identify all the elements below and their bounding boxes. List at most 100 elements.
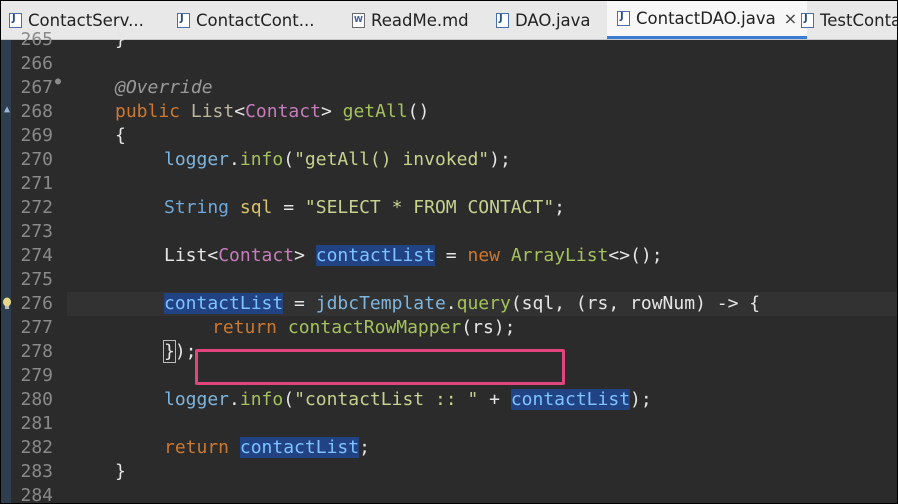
line-number: 269	[20, 125, 53, 146]
code-line: 273	[1, 220, 897, 244]
code-token: .	[229, 389, 240, 410]
code-token: query	[456, 293, 511, 314]
code-text: });	[163, 340, 197, 364]
code-token: );	[630, 389, 652, 410]
code-line: 270 logger.info("getAll() invoked");	[1, 148, 897, 172]
code-token: List	[190, 101, 235, 122]
code-token: public	[115, 101, 181, 122]
code-text: logger.info("getAll() invoked");	[164, 148, 511, 172]
editor-window: ContactServ... ContactCont... ReadMe.md …	[0, 0, 898, 504]
code-token: (	[283, 149, 295, 170]
code-line: 275	[1, 268, 897, 292]
code-token: ()	[407, 101, 430, 122]
line-number: 272	[20, 197, 53, 218]
code-annotation: @Override	[115, 77, 213, 98]
java-file-icon	[801, 12, 814, 28]
code-token: rs	[586, 293, 609, 314]
close-icon[interactable]: ×	[784, 9, 797, 28]
tab-label: ContactCont...	[196, 10, 315, 30]
code-token: info	[239, 389, 284, 410]
line-number: 282	[20, 437, 53, 458]
code-token: <>();	[608, 245, 663, 266]
line-number: 271	[20, 173, 53, 194]
occurrence-highlight: contactList	[510, 389, 631, 410]
code-token: }	[115, 461, 126, 482]
code-token: >	[320, 101, 332, 122]
code-token: <	[207, 245, 219, 266]
code-token: .	[445, 293, 457, 314]
occurrence-highlight: contactList	[239, 437, 360, 458]
markdown-file-icon	[352, 12, 365, 28]
line-number: 266	[20, 53, 53, 74]
line-number: 273	[20, 221, 53, 242]
code-token: contactRowMapper	[287, 317, 462, 338]
code-token: (	[283, 389, 295, 410]
code-token: rowNum	[630, 293, 696, 314]
line-number: 275	[20, 269, 53, 290]
code-line-current: 276 contactList = jdbcTemplate.query(sql…	[1, 292, 897, 316]
code-line: ▲ 268 public List<Contact> getAll()	[1, 100, 897, 124]
code-text: return contactList;	[164, 436, 370, 460]
code-line: 271	[1, 172, 897, 196]
code-token: List	[164, 245, 208, 266]
code-text: List<Contact> contactList = new ArrayLis…	[164, 244, 663, 268]
tab-label: ContactDAO.java	[636, 9, 776, 28]
code-token: ;	[359, 437, 370, 458]
code-token: ArrayList	[510, 245, 609, 266]
code-line: 281	[1, 412, 897, 436]
code-token: );	[174, 341, 197, 362]
code-line: 272 String sql = "SELECT * FROM CONTACT"…	[1, 196, 897, 220]
code-token: logger	[164, 149, 230, 170]
code-token: info	[239, 149, 284, 170]
code-line: 280 logger.info("contactList :: " + cont…	[1, 388, 897, 412]
java-interface-icon	[496, 12, 509, 28]
code-token: =	[283, 293, 316, 314]
line-number: 281	[20, 413, 53, 434]
code-token: getAll	[342, 101, 408, 122]
code-token: jdbcTemplate	[315, 293, 446, 314]
matching-bracket: }	[163, 340, 176, 363]
code-text: logger.info("contactList :: " + contactL…	[164, 388, 652, 412]
code-token: ,	[608, 293, 631, 314]
code-token: <	[234, 101, 246, 122]
code-token: ;	[554, 197, 565, 218]
callout-highlight-box	[195, 349, 565, 385]
line-number: 278	[20, 341, 53, 362]
code-text: contactList = jdbcTemplate.query(sql, (r…	[164, 292, 760, 316]
line-number: 268	[20, 101, 53, 122]
code-token: new	[467, 245, 500, 266]
code-token: );	[489, 149, 511, 170]
line-number: 276	[20, 293, 53, 314]
code-line: 284	[1, 484, 897, 504]
code-token: Contact	[218, 245, 295, 266]
override-marker-icon[interactable]: ▲	[4, 104, 10, 115]
code-text: return contactRowMapper(rs);	[212, 316, 515, 340]
code-token: +	[478, 389, 511, 410]
line-number: 277	[20, 317, 53, 338]
code-token: }	[115, 29, 126, 50]
code-editor[interactable]: 265 } 266 267 ● @Override ▲ 268 public L…	[1, 29, 897, 504]
line-number: 265	[20, 29, 53, 50]
occurrence-highlight: contactList	[164, 293, 284, 314]
code-line: 269 {	[1, 124, 897, 148]
code-token: "contactList :: "	[294, 389, 479, 410]
code-token: ) -> {	[695, 293, 761, 314]
code-token: "getAll() invoked"	[294, 149, 490, 170]
code-token: Contact	[245, 101, 321, 122]
line-number: 284	[20, 485, 53, 504]
code-token: =	[272, 197, 305, 218]
code-token: return	[164, 437, 230, 458]
java-file-icon	[177, 12, 190, 28]
fold-marker-icon[interactable]: ●	[55, 76, 61, 87]
code-line: 274 List<Contact> contactList = new Arra…	[1, 244, 897, 268]
java-file-icon	[9, 12, 22, 28]
code-token: (rs);	[461, 317, 516, 338]
code-text: }	[115, 460, 126, 484]
code-token: =	[434, 245, 468, 266]
code-token: .	[229, 149, 240, 170]
code-line: 265 }	[1, 28, 897, 52]
code-token: return	[212, 317, 278, 338]
code-token: {	[115, 125, 126, 146]
code-text: }	[115, 28, 126, 52]
code-text: {	[115, 124, 126, 148]
